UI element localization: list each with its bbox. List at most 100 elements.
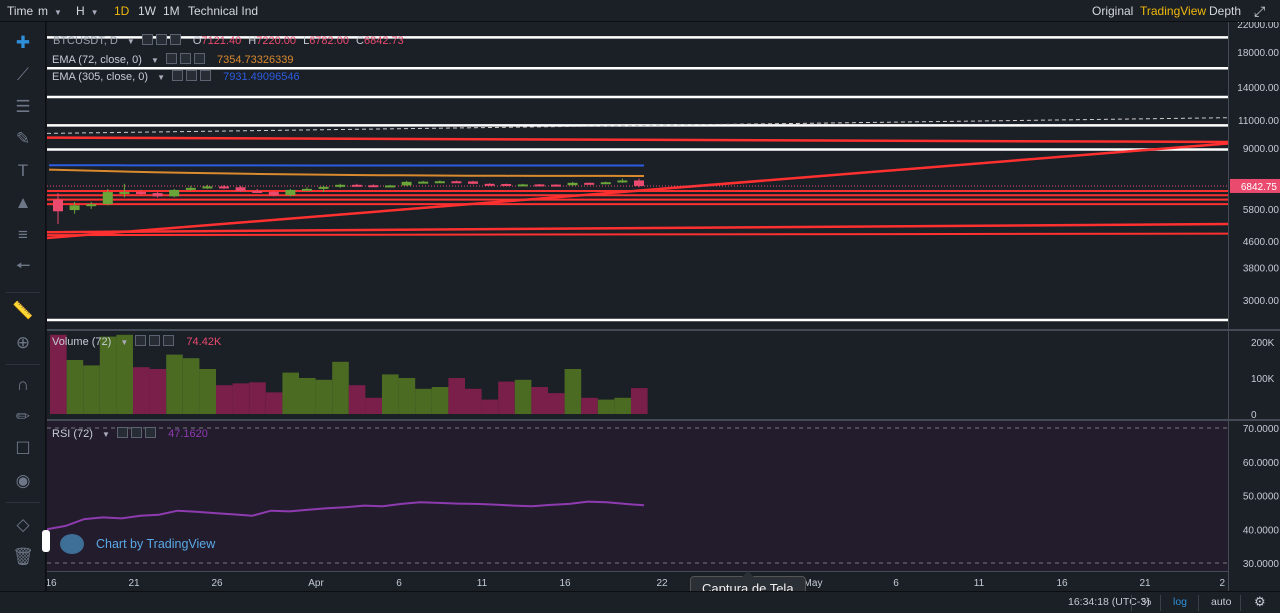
volume-bar [182,358,200,414]
chevron-down-icon[interactable]: ▼ [102,430,110,439]
view-depth-button[interactable]: Depth [1205,2,1245,20]
candle-body [534,184,545,187]
ruler-icon[interactable]: 📏 [10,298,36,324]
chevron-down-icon[interactable]: ▼ [120,338,128,347]
percent-toggle[interactable]: % [1142,596,1151,608]
watermark-text: Chart by TradingView [96,537,216,551]
price-axis[interactable]: 22000.00 18000.00 14000.00 11000.00 9000.00 7… [1228,20,1280,591]
toolbar-divider [6,292,40,293]
fullscreen-icon[interactable]: ⤢ [1250,2,1269,20]
price-tick-label: 14000.00 [1237,83,1279,94]
bottom-divider [1131,595,1132,611]
bottom-divider [1198,595,1199,611]
volume-bar [365,397,382,414]
candle-body [53,199,63,212]
chart-canvas [47,36,1228,591]
legend-action-icons[interactable] [172,70,216,81]
interval-1w-button[interactable]: 1W [134,2,160,20]
time-tick-label: 11 [974,578,985,589]
volume-label: Volume (72) [52,336,112,348]
candle-body [484,183,495,186]
settings-gear-icon[interactable]: ⚙ [1254,594,1266,610]
legend-action-icons[interactable] [135,335,179,346]
volume-bar [133,367,150,414]
volume-bar [597,399,615,414]
time-button[interactable]: Time [3,2,37,20]
candle-body [335,184,346,187]
ema72-legend: EMA (72, close, 0) ▼ 7354.73326339 [52,53,293,66]
legend-action-icons[interactable] [141,34,186,45]
brush-icon[interactable]: ✎ [10,126,36,152]
interval-1d-button[interactable]: 1D [110,2,133,20]
volume-bar [83,365,100,414]
time-axis[interactable]: 16 21 26 Apr 6 11 16 22 May 6 11 16 21 2 [45,571,1228,591]
trash-icon[interactable]: 🗑 [10,544,36,570]
volume-bar [66,360,84,414]
candle-body [617,180,628,183]
volume-bar [99,336,117,414]
volume-bar [465,388,482,414]
pane-resize-handle[interactable] [42,530,50,552]
open-value: 7121.40 [201,35,242,47]
tradingview-logo-icon [60,534,84,554]
eye-icon[interactable]: ◉ [10,468,36,494]
time-tick-label: 26 [211,578,223,589]
candle-body [185,187,196,190]
high-value: 7220.00 [256,35,296,47]
candle-body [219,186,229,189]
tradingview-watermark[interactable]: Chart by TradingView [60,534,215,554]
candle-body [567,182,578,186]
time-tick-label: 16 [47,578,57,589]
text-tool-icon[interactable]: T [10,158,36,184]
view-original-button[interactable]: Original [1088,2,1137,20]
interval-1m-button[interactable]: 1M [159,2,184,20]
pencil-lock-icon[interactable]: ✏ [10,404,36,430]
volume-bar [249,382,266,414]
candle-body [501,184,512,187]
chart-area[interactable]: BTCUSDT, D ▼ O7121.40 H7220.00 L6782.00 … [47,22,1228,591]
candle-body [119,192,130,195]
legend-action-icons[interactable] [117,427,161,438]
chevron-down-icon[interactable]: ▼ [151,56,159,65]
interval-hours-dropdown[interactable]: H ▼ [72,2,103,20]
candle-body [302,188,312,191]
interval-minutes-dropdown[interactable]: m ▼ [34,2,66,20]
back-arrow-icon[interactable]: 🠔 [10,254,36,280]
chevron-down-icon[interactable]: ▼ [157,73,165,82]
trend-line-icon[interactable]: ⟋ [10,62,36,88]
volume-legend: Volume (72) ▼ 74.42K [52,335,221,348]
volume-bar [348,385,366,414]
lock-icon[interactable]: ☐ [10,436,36,462]
interval-minutes-label: m [38,4,48,18]
candle-body [551,184,561,187]
candle-body [368,185,379,188]
candle-body [401,181,412,186]
candle-body [136,192,146,195]
horizontal-lines-icon[interactable]: ☰ [10,94,36,120]
time-tick-label: May [804,578,823,589]
magnet-icon[interactable]: ∩ [10,372,36,398]
time-axis-canvas: 16 21 26 Apr 6 11 16 22 May 6 11 16 21 2 [45,578,1225,589]
volume-bar [282,372,299,414]
fibonacci-icon[interactable]: ≡ [10,222,36,248]
candle-body [600,182,611,185]
chevron-down-icon: ▼ [54,8,62,17]
main-legend: BTCUSDT, D ▼ O7121.40 H7220.00 L6782.00 … [53,34,404,47]
volume-bar [431,387,449,414]
candle-body [434,181,445,184]
chevron-down-icon[interactable]: ▼ [127,37,135,46]
candle-body [517,184,528,187]
layers-icon[interactable]: ◇ [10,512,36,538]
crosshair-icon[interactable]: ✚ [10,30,36,56]
pattern-tool-icon[interactable]: ▲ [10,190,36,216]
volume-bar [448,378,465,414]
log-toggle[interactable]: log [1173,596,1187,608]
low-value: 6782.00 [309,35,349,47]
zoom-in-icon[interactable]: ⊕ [10,330,36,356]
time-tick-label: 6 [396,578,402,589]
view-tradingview-button[interactable]: TradingView [1136,2,1210,20]
legend-action-icons[interactable] [165,53,210,64]
auto-toggle[interactable]: auto [1211,596,1231,608]
volume-bar [299,378,316,414]
technical-indicators-button[interactable]: Technical Ind [184,2,262,20]
